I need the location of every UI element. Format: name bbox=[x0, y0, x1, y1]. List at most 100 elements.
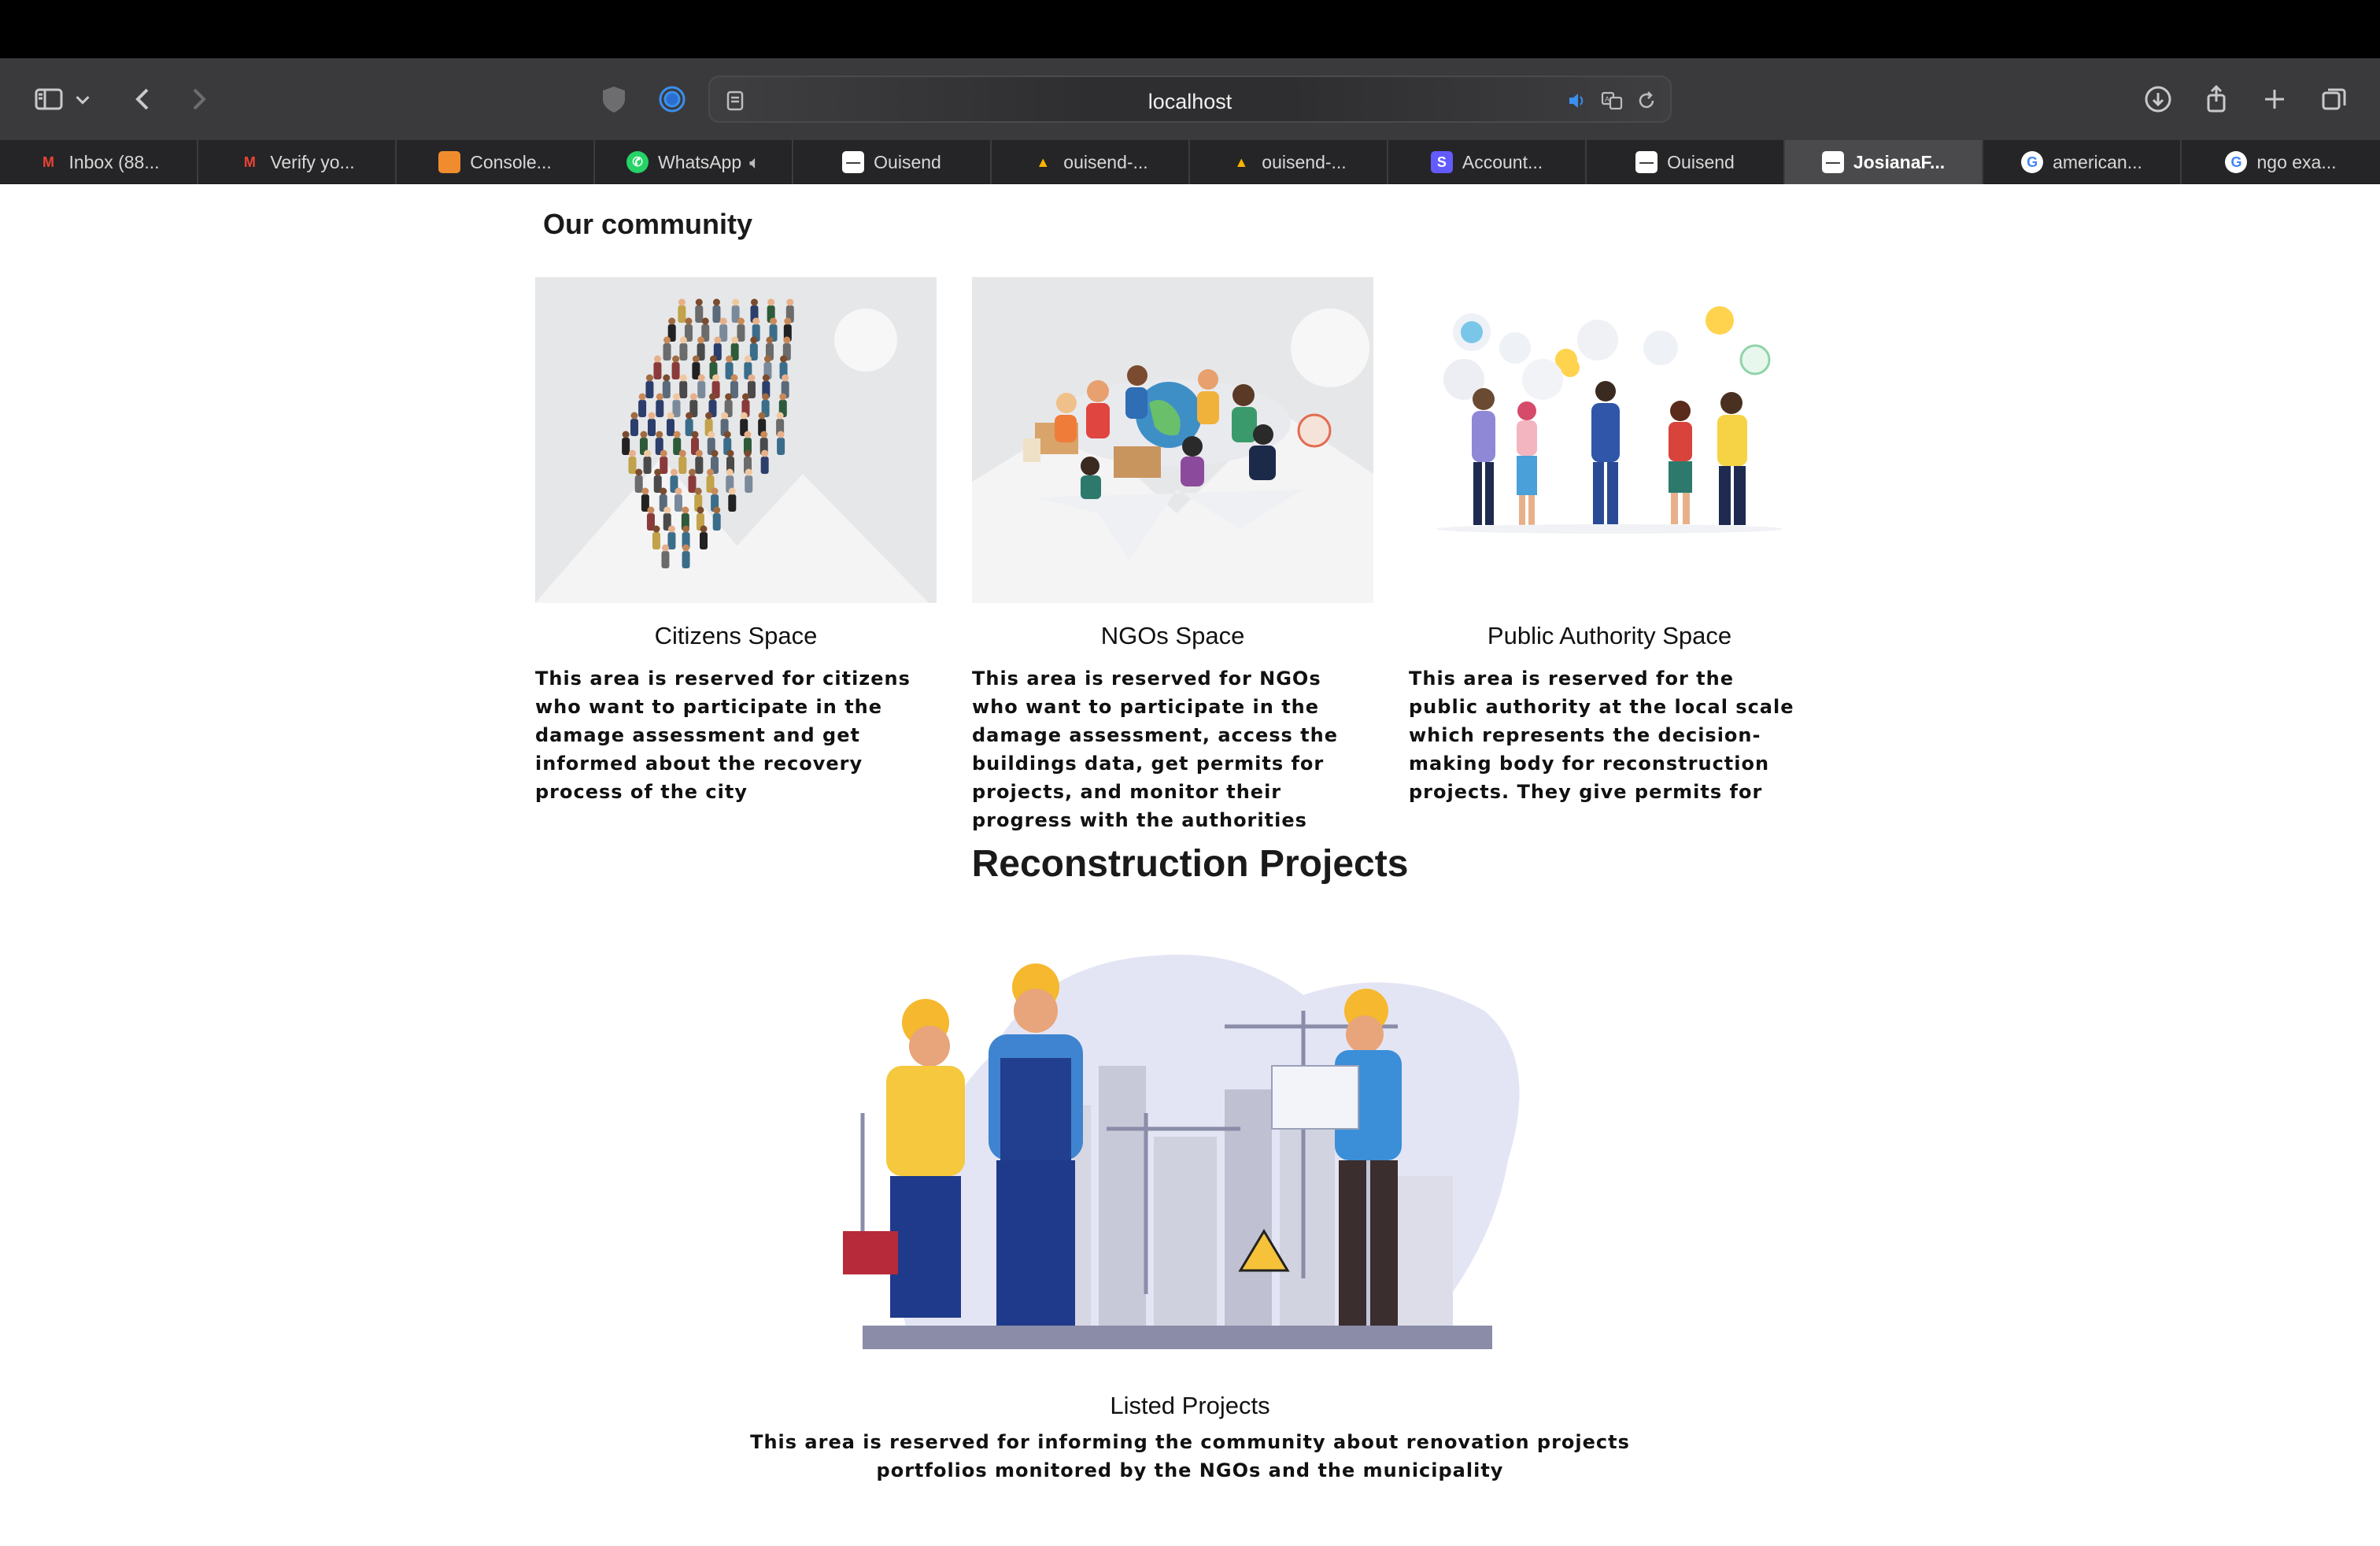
crowd-person-head bbox=[786, 298, 794, 306]
crowd-person bbox=[697, 381, 706, 398]
crowd-person bbox=[728, 494, 737, 512]
listed-projects-title: Listed Projects bbox=[1110, 1392, 1270, 1419]
speaker-icon[interactable] bbox=[1561, 85, 1593, 117]
chevron-down-icon[interactable] bbox=[71, 79, 94, 120]
crowd-person-head bbox=[672, 393, 680, 401]
crowd-person bbox=[647, 419, 656, 436]
tab[interactable]: Gngo exa... bbox=[2182, 140, 2380, 184]
tab-overview-icon[interactable] bbox=[2314, 79, 2355, 120]
crowd-person bbox=[622, 438, 630, 455]
crowd-person-head bbox=[654, 468, 662, 476]
speaker-icon[interactable]: 🔈︎ bbox=[749, 152, 760, 173]
crowd-person-head bbox=[647, 506, 655, 514]
privacy-shield-icon[interactable] bbox=[593, 79, 634, 120]
crowd-person bbox=[652, 532, 660, 549]
crowd-person-head bbox=[670, 468, 678, 476]
downloads-icon[interactable] bbox=[2138, 79, 2179, 120]
crowd-person bbox=[653, 362, 662, 379]
sidebar-toggle-icon[interactable] bbox=[28, 79, 69, 120]
crowd-person-head bbox=[630, 412, 638, 420]
crowd-person-head bbox=[679, 336, 687, 344]
crowd-person-head bbox=[744, 355, 752, 363]
crowd-person-head bbox=[731, 336, 739, 344]
crowd-person-head bbox=[721, 412, 729, 420]
crowd-person bbox=[682, 551, 690, 568]
crowd-person bbox=[662, 381, 671, 398]
crowd-person bbox=[678, 457, 687, 474]
public-authority-card[interactable]: Public Authority Space This area is rese… bbox=[1409, 277, 1810, 806]
crowd-person-head bbox=[635, 468, 643, 476]
share-icon[interactable] bbox=[2196, 79, 2237, 120]
translate-icon[interactable]: A bbox=[1596, 85, 1628, 117]
crowd-person-head bbox=[660, 487, 667, 495]
back-icon[interactable] bbox=[123, 79, 164, 120]
crowd-person-head bbox=[648, 412, 656, 420]
crowd-person-head bbox=[719, 317, 727, 325]
ngos-card[interactable]: NGOs Space This area is reserved for NGO… bbox=[972, 277, 1373, 834]
crowd-person bbox=[745, 475, 753, 493]
new-tab-icon[interactable] bbox=[2254, 79, 2295, 120]
google-icon: G bbox=[2021, 151, 2044, 173]
crowd-person-head bbox=[689, 468, 697, 476]
crowd-person bbox=[656, 400, 664, 417]
tab[interactable]: M Inbox (88... bbox=[0, 140, 198, 184]
crowd-person-head bbox=[672, 355, 680, 363]
tab[interactable]: ▲ ouisend-... bbox=[992, 140, 1190, 184]
crowd-person-head bbox=[714, 336, 722, 344]
ouisend-icon: — bbox=[842, 151, 865, 173]
extension-icon[interactable] bbox=[652, 79, 693, 120]
crowd-person-head bbox=[741, 393, 749, 401]
tab[interactable]: Gamerican... bbox=[1983, 140, 2182, 184]
firebase-icon: ▲ bbox=[1234, 153, 1249, 170]
tab[interactable]: M Verify yo... bbox=[198, 140, 397, 184]
tab[interactable]: — Ouisend bbox=[1587, 140, 1785, 184]
public-authority-illustration bbox=[1409, 277, 1810, 603]
crowd-person-head bbox=[705, 412, 713, 420]
forward-icon[interactable] bbox=[178, 79, 219, 120]
ngo-illustration bbox=[972, 277, 1373, 603]
crowd-person-head bbox=[712, 298, 720, 306]
crowd-person-head bbox=[784, 317, 792, 325]
crowd-person-head bbox=[663, 374, 671, 382]
crowd-person bbox=[712, 513, 721, 531]
crowd-person-head bbox=[744, 449, 752, 457]
tab[interactable]: Console... bbox=[397, 140, 595, 184]
crowd-person-head bbox=[762, 393, 770, 401]
tab-active[interactable]: — JosianaF... bbox=[1785, 140, 1983, 184]
crowd-person-head bbox=[770, 317, 778, 325]
crowd-person-head bbox=[725, 393, 733, 401]
card-description: This area is reserved for the public aut… bbox=[1409, 668, 1794, 803]
crowd-person-head bbox=[752, 317, 760, 325]
crowd-person-head bbox=[682, 525, 690, 533]
reload-icon[interactable] bbox=[1631, 85, 1662, 117]
card-title: Citizens Space bbox=[654, 622, 818, 649]
tab[interactable]: ✆ WhatsApp 🔈︎ bbox=[595, 140, 793, 184]
crowd-person bbox=[760, 457, 769, 474]
crowd-person-head bbox=[726, 449, 734, 457]
crowd-person-head bbox=[667, 525, 675, 533]
browser-window: { "browser": { "url": "localhost", "tabs… bbox=[0, 0, 2380, 1546]
tab-bar: M Inbox (88... M Verify yo... Console... ✆… bbox=[0, 140, 2380, 184]
crowd-person bbox=[661, 551, 670, 568]
tab[interactable]: ▲ ouisend-... bbox=[1190, 140, 1388, 184]
stripe-icon: S bbox=[1430, 151, 1453, 173]
crowd-person-head bbox=[697, 374, 705, 382]
description-line: portfolios monitored by the NGOs and the… bbox=[876, 1459, 1504, 1481]
crowd-person bbox=[695, 305, 704, 323]
firebase-icon: ▲ bbox=[1036, 153, 1051, 170]
crowd-person-head bbox=[629, 449, 637, 457]
crowd-person-head bbox=[713, 506, 721, 514]
address-bar[interactable]: localhost A bbox=[708, 76, 1672, 123]
crowd-person-head bbox=[653, 355, 661, 363]
crowd-person-head bbox=[750, 336, 758, 344]
card-description: This area is reserved for NGOs who want … bbox=[972, 668, 1339, 831]
crowd-person-head bbox=[730, 374, 738, 382]
tab[interactable]: — Ouisend bbox=[793, 140, 992, 184]
citizens-card[interactable]: Citizens Space This area is reserved for… bbox=[535, 277, 937, 806]
crowd-person-head bbox=[678, 298, 686, 306]
crowd-person-head bbox=[656, 431, 663, 438]
card-title: Public Authority Space bbox=[1487, 622, 1732, 649]
crowd-person-head bbox=[679, 374, 687, 382]
crowd-person-head bbox=[692, 355, 700, 363]
tab[interactable]: S Account... bbox=[1388, 140, 1587, 184]
